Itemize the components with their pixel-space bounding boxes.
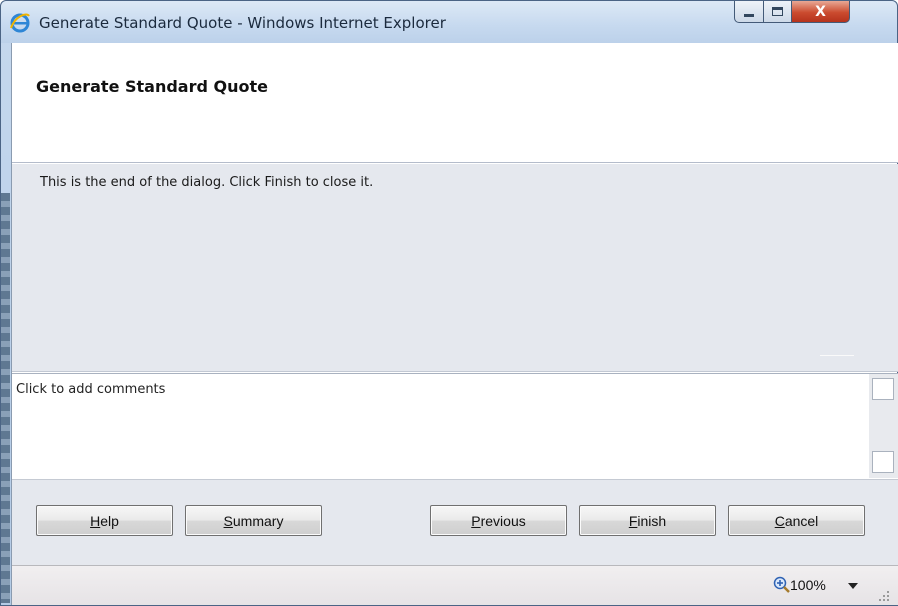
cancel-label: ancel — [784, 512, 819, 529]
cancel-mnemonic: C — [774, 512, 785, 529]
maximize-button[interactable] — [764, 1, 792, 23]
previous-mnemonic: P — [471, 512, 481, 529]
button-bar: Help Summary Previous Finish Cancel — [12, 479, 898, 565]
scroll-down-button[interactable] — [872, 451, 894, 473]
dialog-header: Generate Standard Quote — [12, 43, 898, 163]
divider — [820, 355, 854, 356]
scroll-up-button[interactable] — [872, 378, 894, 400]
title-bar[interactable]: Generate Standard Quote - Windows Intern… — [1, 1, 897, 43]
previous-button[interactable]: Previous — [430, 505, 567, 536]
summary-mnemonic: S — [223, 512, 233, 529]
chevron-down-icon[interactable] — [848, 583, 858, 589]
help-button[interactable]: Help — [36, 505, 173, 536]
finish-button[interactable]: Finish — [579, 505, 716, 536]
previous-label: revious — [480, 512, 526, 529]
comments-field[interactable] — [12, 374, 869, 478]
summary-label: ummary — [232, 512, 284, 529]
zoom-level[interactable]: 100% — [790, 577, 826, 593]
status-bar: 100% — [12, 565, 898, 605]
comments-scrollbar[interactable] — [869, 374, 898, 478]
maximize-icon — [772, 7, 783, 16]
finish-label: inish — [637, 512, 667, 529]
window-edge — [1, 193, 10, 603]
dialog-client-area: Generate Standard Quote This is the end … — [11, 43, 898, 605]
comments-panel — [12, 373, 898, 479]
caption-buttons: X — [734, 1, 850, 23]
help-label: elp — [100, 512, 119, 529]
finish-mnemonic: F — [628, 512, 638, 529]
close-icon: X — [815, 3, 826, 20]
zoom-icon[interactable] — [773, 576, 791, 594]
minimize-icon — [744, 13, 754, 17]
resize-grip-icon[interactable] — [878, 590, 890, 602]
browser-window: Generate Standard Quote - Windows Intern… — [0, 0, 898, 606]
help-mnemonic: H — [90, 512, 101, 529]
window-title: Generate Standard Quote - Windows Intern… — [39, 14, 446, 32]
close-button[interactable]: X — [792, 1, 850, 23]
dialog-message: This is the end of the dialog. Click Fin… — [40, 175, 374, 190]
message-area: This is the end of the dialog. Click Fin… — [12, 164, 898, 372]
summary-button[interactable]: Summary — [185, 505, 322, 536]
ie-icon — [10, 13, 30, 33]
page-title: Generate Standard Quote — [36, 77, 268, 96]
cancel-button[interactable]: Cancel — [728, 505, 865, 536]
minimize-button[interactable] — [734, 1, 764, 23]
